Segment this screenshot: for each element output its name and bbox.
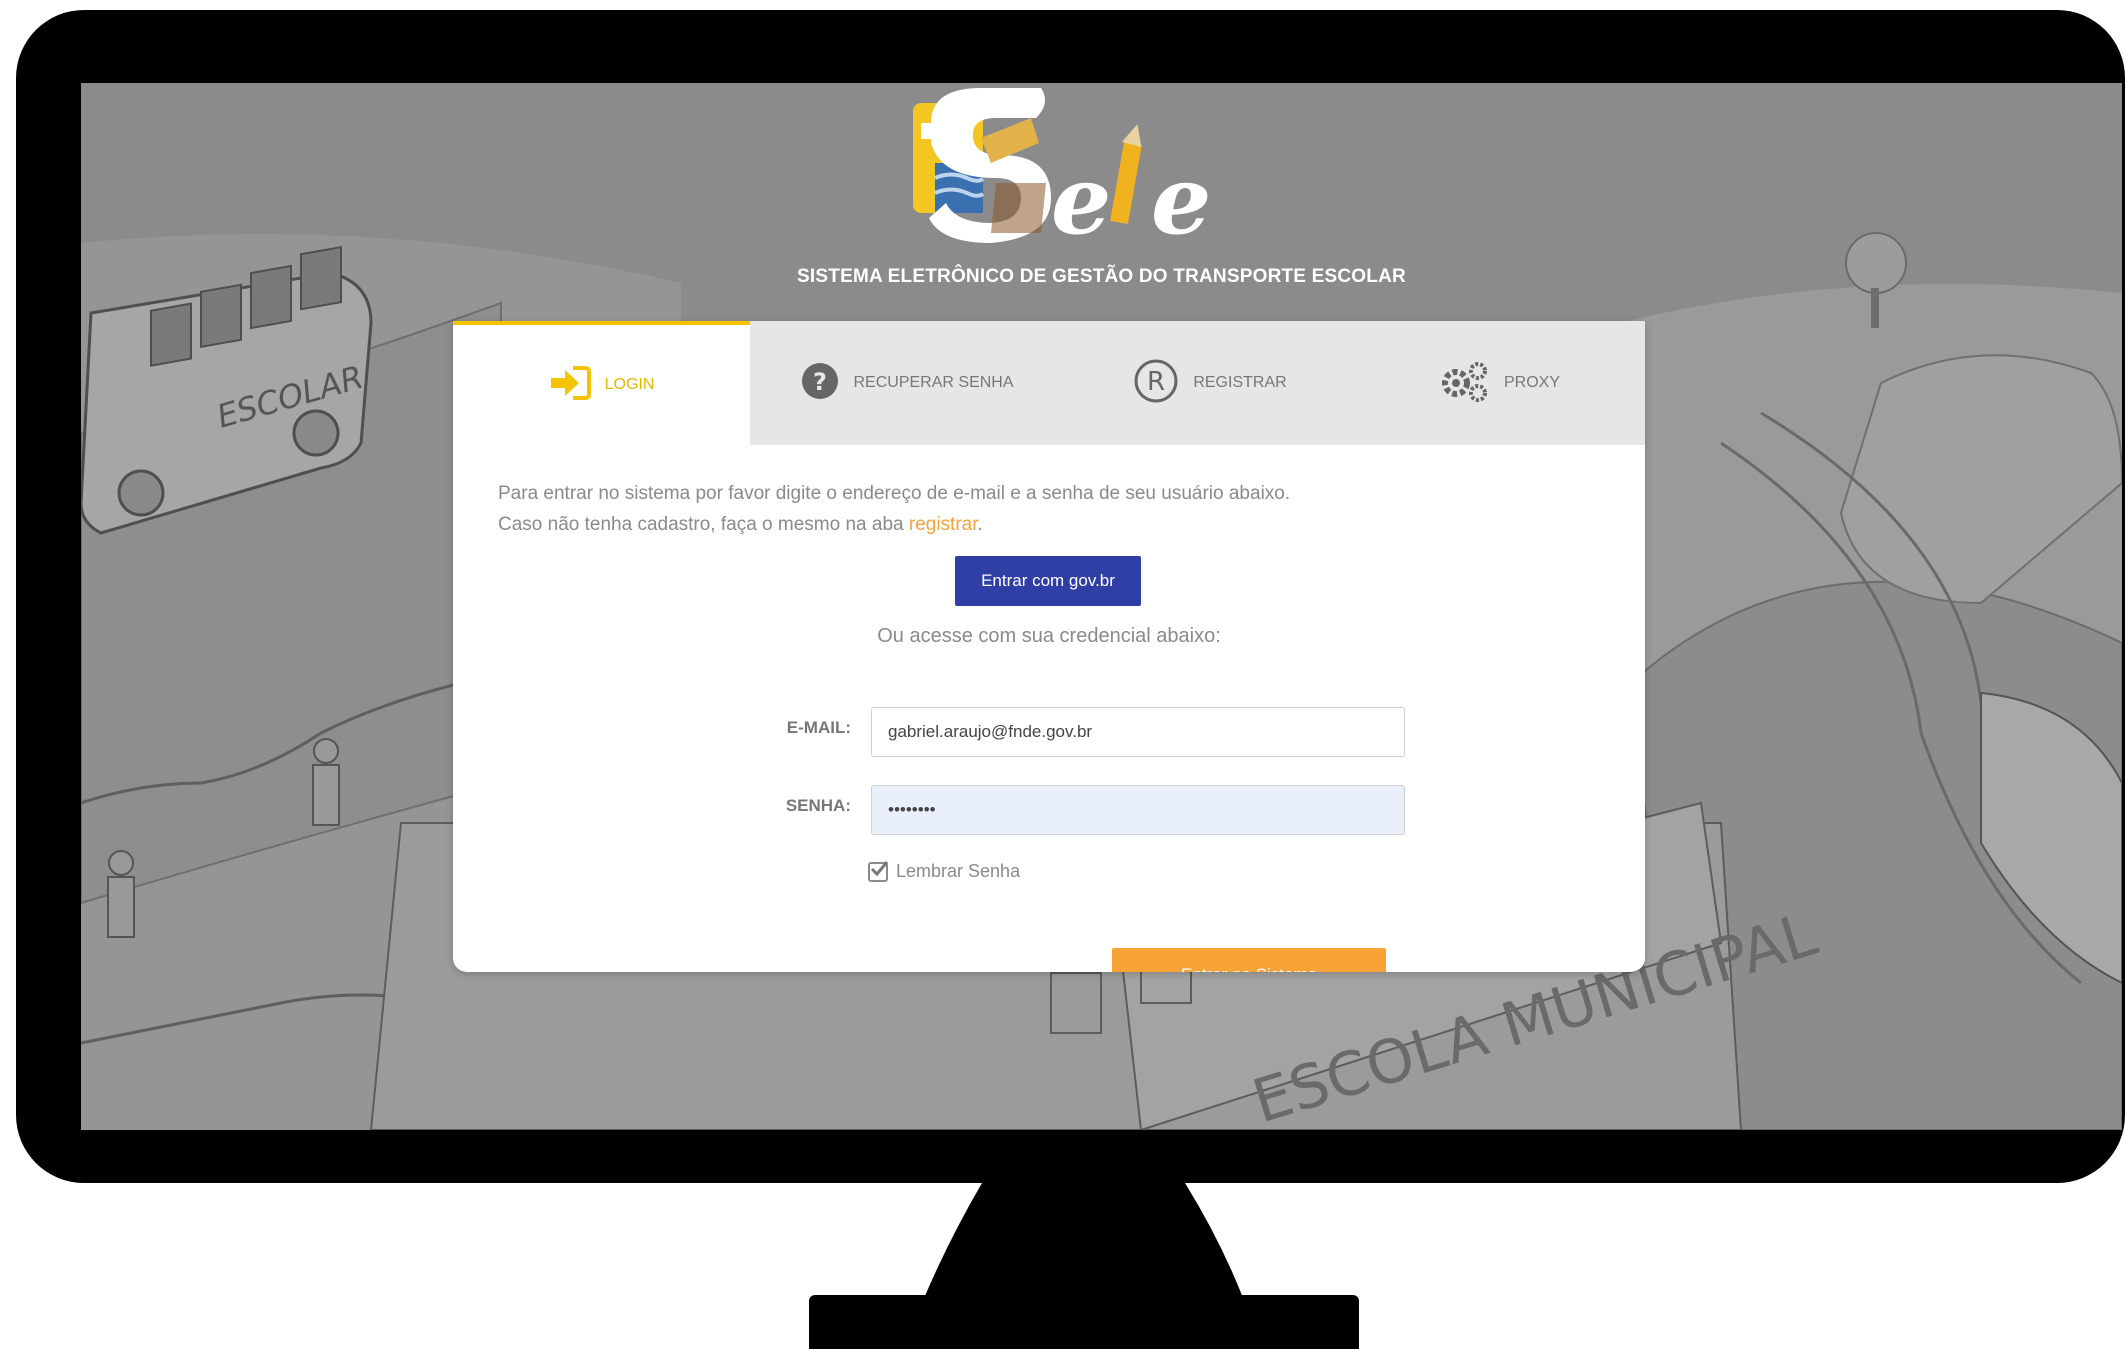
sete-logo: e e — [913, 88, 1211, 253]
remember-password[interactable]: Lembrar Senha — [868, 860, 1021, 882]
tab-registrar-label: REGISTRAR — [1193, 374, 1287, 391]
monitor-stand-base — [809, 1295, 1359, 1349]
submit-login-button[interactable]: Entrar no Sistema — [1112, 948, 1386, 972]
svg-text:e: e — [1051, 145, 1111, 253]
login-icon — [549, 365, 591, 405]
tab-login-label: LOGIN — [604, 376, 655, 393]
intro-line-2-suffix: . — [977, 514, 983, 535]
tab-registrar[interactable]: R REGISTRAR — [1065, 321, 1355, 445]
govbr-login-button[interactable]: Entrar com gov.br — [955, 556, 1141, 606]
monitor-frame: ESCOLA MUNICIPAL ESCOLAR e e SISTEMA ELE… — [16, 10, 2125, 1183]
app-subtitle: SISTEMA ELETRÔNICO DE GESTÃO DO TRANSPOR… — [797, 266, 1406, 287]
tab-recuperar-label: RECUPERAR SENHA — [853, 374, 1014, 391]
screen: ESCOLA MUNICIPAL ESCOLAR e e SISTEMA ELE… — [81, 83, 2122, 1130]
svg-text:e: e — [1151, 145, 1211, 253]
login-card: LOGIN ? RECUPERAR SENHA R REGISTRAR PROX… — [453, 321, 1645, 972]
intro-line-1: Para entrar no sistema por favor digite … — [498, 483, 1291, 504]
register-link[interactable]: registrar — [909, 514, 978, 535]
svg-text:R: R — [1147, 367, 1165, 397]
email-label: E-MAIL: — [786, 718, 851, 737]
tab-recuperar-senha[interactable]: ? RECUPERAR SENHA — [750, 321, 1065, 445]
intro-line-2: Caso não tenha cadastro, faça o mesmo na… — [498, 509, 1598, 540]
registered-icon: R — [1133, 358, 1179, 409]
gears-icon — [1440, 359, 1490, 408]
remember-label: Lembrar Senha — [896, 861, 1021, 881]
question-icon: ? — [801, 362, 839, 405]
svg-text:?: ? — [814, 368, 828, 396]
login-instructions: Para entrar no sistema por favor digite … — [498, 478, 1598, 540]
checkbox-checked-icon[interactable] — [868, 860, 889, 882]
tab-proxy-label: PROXY — [1503, 374, 1560, 391]
email-field[interactable] — [871, 707, 1405, 757]
intro-line-2-prefix: Caso não tenha cadastro, faça o mesmo na… — [498, 514, 909, 535]
tab-bar: LOGIN ? RECUPERAR SENHA R REGISTRAR PROX… — [453, 321, 1645, 445]
monitor-stand-neck — [922, 1183, 1245, 1303]
tab-proxy[interactable]: PROXY — [1355, 321, 1645, 445]
password-field[interactable] — [871, 785, 1405, 835]
password-label: SENHA: — [785, 796, 851, 815]
credential-prompt: Ou acesse com sua credencial abaixo: — [877, 625, 1221, 647]
tab-login[interactable]: LOGIN — [453, 321, 750, 445]
